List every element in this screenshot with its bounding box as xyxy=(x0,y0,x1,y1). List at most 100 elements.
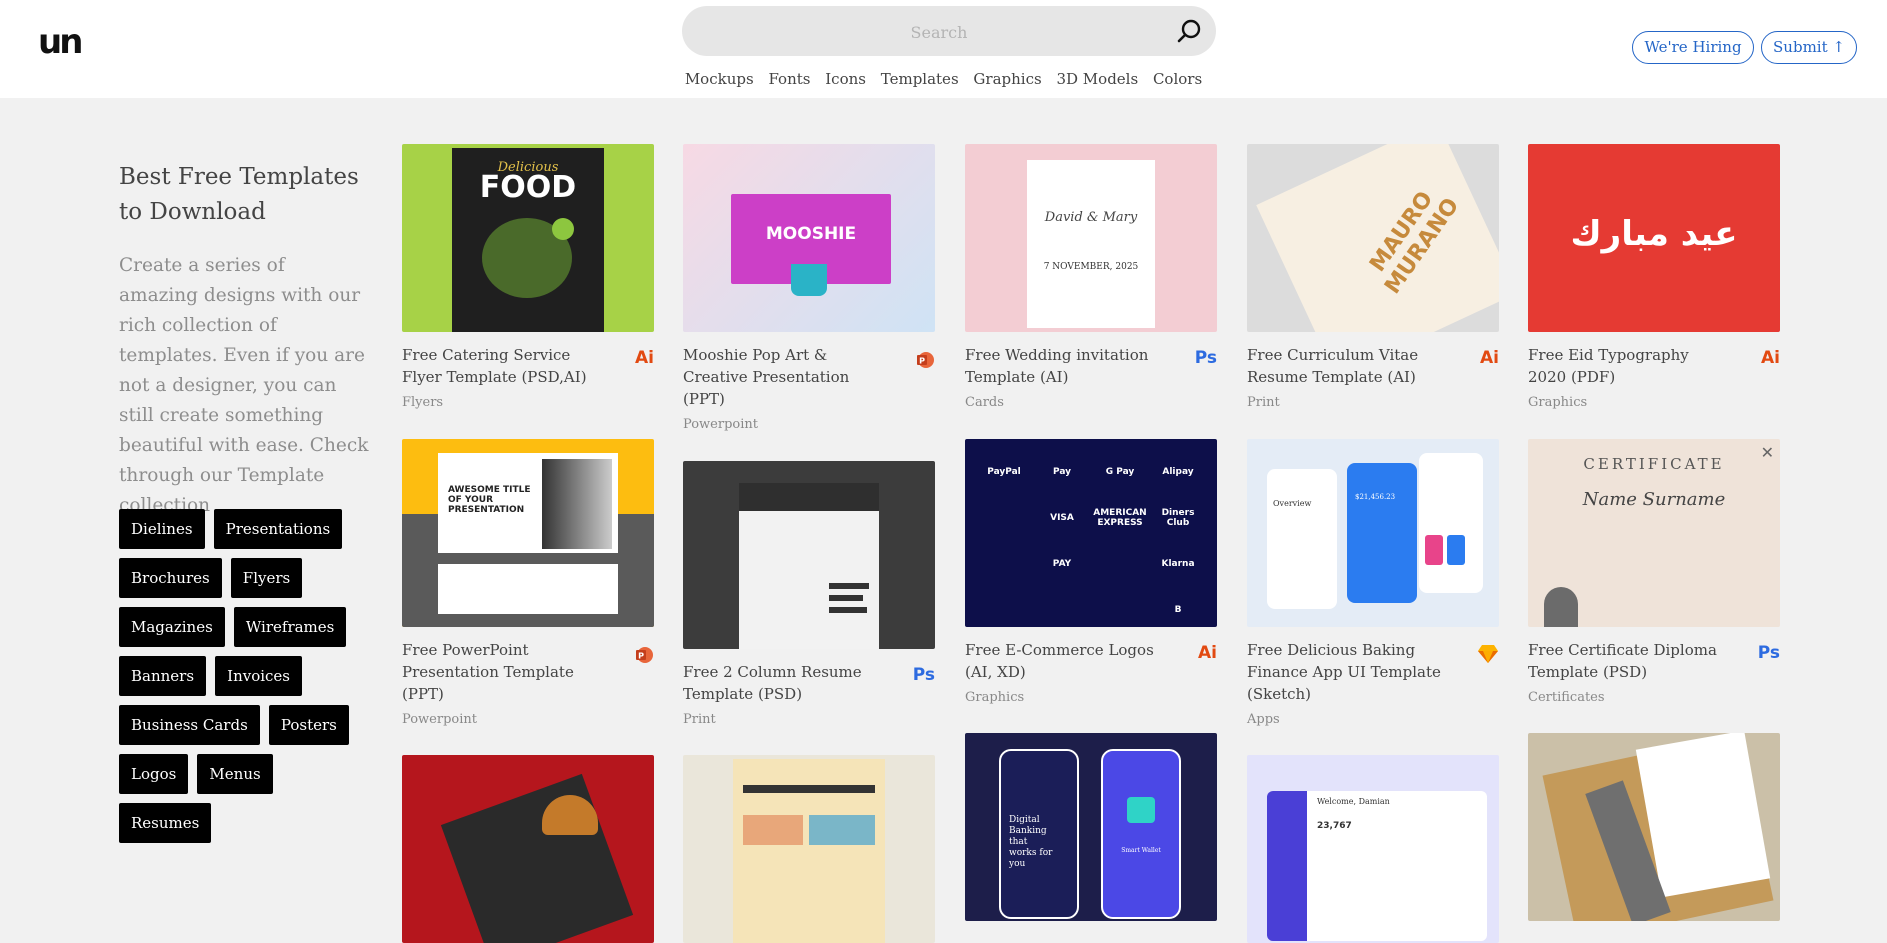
card-category[interactable]: Powerpoint xyxy=(402,712,477,727)
close-icon[interactable]: ✕ xyxy=(1761,443,1774,462)
nav-colors[interactable]: Colors xyxy=(1153,70,1202,88)
card-title[interactable]: Free Eid Typography 2020 (PDF) xyxy=(1528,344,1728,388)
ai-badge-icon: Ai xyxy=(1761,348,1780,368)
template-card[interactable] xyxy=(1528,733,1780,921)
page-title: Best Free Templates to Download xyxy=(119,164,359,225)
card-thumbnail[interactable]: عيد مبارك xyxy=(1528,144,1780,332)
card-title[interactable]: Free Curriculum Vitae Resume Template (A… xyxy=(1247,344,1447,388)
thumb-subtext: $21,456.23 xyxy=(1355,493,1396,501)
card-category[interactable]: Cards xyxy=(965,395,1004,410)
site-header: un Mockups Fonts Icons Templates Graphic… xyxy=(0,0,1887,98)
card-category[interactable]: Powerpoint xyxy=(683,417,758,432)
card-thumbnail[interactable]: PayPal Pay G Pay Alipay VISA AMERICAN EX… xyxy=(965,439,1217,627)
logo-item: G Pay xyxy=(1105,467,1135,477)
template-card[interactable]: Overview $21,456.23 Free Delicious Bakin… xyxy=(1247,439,1499,727)
search-bar xyxy=(682,6,1216,58)
template-card[interactable]: Delicious FOOD Free Catering Service Fly… xyxy=(402,144,654,410)
template-card[interactable]: Free 2 Column Resume Template (PSD) Ps P… xyxy=(683,461,935,727)
card-category[interactable]: Apps xyxy=(1247,712,1280,727)
card-thumbnail[interactable]: Digital Banking that works for you Smart… xyxy=(965,733,1217,921)
template-card[interactable]: Welcome, Damian 23,767 xyxy=(1247,755,1499,943)
ai-badge-icon: Ai xyxy=(635,348,654,368)
tag-invoices[interactable]: Invoices xyxy=(215,656,303,696)
card-title[interactable]: Free E-Commerce Logos (AI, XD) xyxy=(965,639,1165,683)
tag-presentations[interactable]: Presentations xyxy=(213,509,343,549)
thumb-text: David & Mary xyxy=(1044,210,1138,225)
hiring-button[interactable]: We're Hiring xyxy=(1632,31,1754,64)
card-thumbnail[interactable]: MAURO MURANO xyxy=(1247,144,1499,332)
template-card[interactable]: Digital Banking that works for you Smart… xyxy=(965,733,1217,921)
ps-badge-icon: Ps xyxy=(1757,643,1780,663)
card-thumbnail[interactable] xyxy=(402,755,654,943)
tag-brochures[interactable]: Brochures xyxy=(119,558,222,598)
card-category[interactable]: Graphics xyxy=(1528,395,1587,410)
thumb-subtext: 23,767 xyxy=(1317,821,1352,831)
svg-text:P: P xyxy=(638,652,644,661)
thumb-text: عيد مبارك xyxy=(1570,214,1738,254)
card-category[interactable]: Flyers xyxy=(402,395,443,410)
template-card[interactable]: PayPal Pay G Pay Alipay VISA AMERICAN EX… xyxy=(965,439,1217,705)
card-thumbnail[interactable]: Delicious FOOD xyxy=(402,144,654,332)
template-card[interactable]: CERTIFICATE Name Surname ✕ Free Certific… xyxy=(1528,439,1780,705)
logo-grid: PayPal Pay G Pay Alipay VISA AMERICAN EX… xyxy=(975,449,1207,627)
thumb-text: AWESOME TITLE OF YOUR PRESENTATION xyxy=(448,485,531,515)
template-card[interactable]: David & Mary 7 NOVEMBER, 2025 Free Weddi… xyxy=(965,144,1217,410)
tag-business-cards[interactable]: Business Cards xyxy=(119,705,260,745)
card-category[interactable]: Certificates xyxy=(1528,690,1605,705)
tag-wireframes[interactable]: Wireframes xyxy=(233,607,347,647)
svg-text:P: P xyxy=(919,357,925,366)
template-card[interactable]: MAURO MURANO Free Curriculum Vitae Resum… xyxy=(1247,144,1499,410)
card-thumbnail[interactable]: MOOSHIE xyxy=(683,144,935,332)
card-title[interactable]: Free Delicious Baking Finance App UI Tem… xyxy=(1247,639,1447,705)
nav-mockups[interactable]: Mockups xyxy=(685,70,754,88)
search-icon[interactable] xyxy=(1176,18,1202,44)
site-logo[interactable]: un xyxy=(38,22,83,62)
nav-graphics[interactable]: Graphics xyxy=(973,70,1041,88)
tag-dielines[interactable]: Dielines xyxy=(119,509,205,549)
card-category[interactable]: Graphics xyxy=(965,690,1024,705)
ps-badge-icon: Ps xyxy=(912,665,935,685)
card-title[interactable]: Free 2 Column Resume Template (PSD) xyxy=(683,661,883,705)
nav-templates[interactable]: Templates xyxy=(881,70,959,88)
tag-magazines[interactable]: Magazines xyxy=(119,607,225,647)
tag-logos[interactable]: Logos xyxy=(119,754,189,794)
card-thumbnail[interactable] xyxy=(1528,733,1780,921)
tag-resumes[interactable]: Resumes xyxy=(119,803,212,843)
category-nav: Mockups Fonts Icons Templates Graphics 3… xyxy=(0,70,1887,88)
template-card[interactable] xyxy=(683,755,935,943)
nav-icons[interactable]: Icons xyxy=(825,70,866,88)
page-description: Create a series of amazing designs with … xyxy=(119,255,369,516)
template-card[interactable]: عيد مبارك Free Eid Typography 2020 (PDF)… xyxy=(1528,144,1780,410)
card-thumbnail[interactable]: CERTIFICATE Name Surname ✕ xyxy=(1528,439,1780,627)
tag-posters[interactable]: Posters xyxy=(268,705,349,745)
card-thumbnail[interactable] xyxy=(683,461,935,649)
template-card[interactable]: MOOSHIE Mooshie Pop Art & Creative Prese… xyxy=(683,144,935,432)
thumb-text: Overview xyxy=(1273,499,1312,508)
search-input[interactable] xyxy=(702,6,1176,58)
tag-banners[interactable]: Banners xyxy=(119,656,207,696)
card-thumbnail[interactable]: David & Mary 7 NOVEMBER, 2025 xyxy=(965,144,1217,332)
logo-item: PayPal xyxy=(987,467,1021,477)
card-title[interactable]: Free Catering Service Flyer Template (PS… xyxy=(402,344,602,388)
card-thumbnail[interactable]: Welcome, Damian 23,767 xyxy=(1247,755,1499,943)
card-thumbnail[interactable]: Overview $21,456.23 xyxy=(1247,439,1499,627)
thumb-text: FOOD xyxy=(479,170,577,205)
logo-item: VISA xyxy=(1050,513,1074,523)
submit-button[interactable]: Submit ↑ xyxy=(1761,31,1857,64)
tag-menus[interactable]: Menus xyxy=(197,754,273,794)
tag-flyers[interactable]: Flyers xyxy=(230,558,303,598)
card-thumbnail[interactable] xyxy=(683,755,935,943)
template-card[interactable]: AWESOME TITLE OF YOUR PRESENTATION Free … xyxy=(402,439,654,727)
card-title[interactable]: Free Wedding invitation Template (AI) xyxy=(965,344,1165,388)
card-title[interactable]: Free PowerPoint Presentation Template (P… xyxy=(402,639,602,705)
logo-item: AMERICAN EXPRESS xyxy=(1093,508,1147,528)
nav-fonts[interactable]: Fonts xyxy=(768,70,810,88)
card-title[interactable]: Free Certificate Diploma Template (PSD) xyxy=(1528,639,1728,683)
thumb-text: Digital Banking that works for you xyxy=(1009,815,1053,869)
nav-3d-models[interactable]: 3D Models xyxy=(1056,70,1138,88)
template-card[interactable] xyxy=(402,755,654,943)
card-title[interactable]: Mooshie Pop Art & Creative Presentation … xyxy=(683,344,883,410)
card-category[interactable]: Print xyxy=(1247,395,1280,410)
card-thumbnail[interactable]: AWESOME TITLE OF YOUR PRESENTATION xyxy=(402,439,654,627)
card-category[interactable]: Print xyxy=(683,712,716,727)
